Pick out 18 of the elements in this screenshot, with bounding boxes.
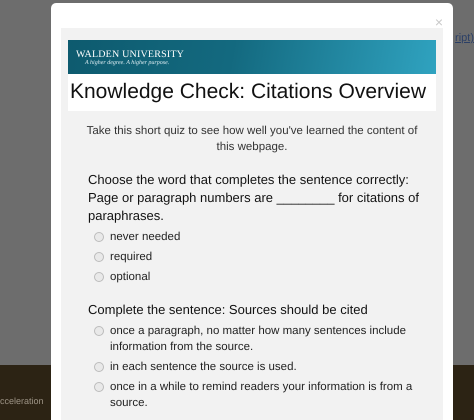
option-label[interactable]: never needed [110,229,180,245]
radio-button[interactable] [94,232,104,242]
quiz-intro: Take this short quiz to see how well you've learned the content of this webpage. [86,124,418,155]
radio-button[interactable] [94,272,104,282]
radio-button[interactable] [94,252,104,262]
option-label[interactable]: in each sentence the source is used. [110,359,297,375]
radio-button[interactable] [94,362,104,372]
option-label[interactable]: optional [110,269,150,285]
footer-text: cceleration [0,396,44,406]
university-name: WALDEN UNIVERSITY [76,48,186,60]
question-prompt: Complete the sentence: Sources should be cited [88,301,369,319]
option-label[interactable]: required [110,249,152,265]
radio-button[interactable] [94,326,104,336]
quiz-title: Knowledge Check: Citations Overview [68,74,436,111]
option-label[interactable]: once a paragraph, no matter how many sentences include information from the source. [110,323,416,355]
option-label[interactable]: once in a while to remind readers your information is from a source. [110,379,416,411]
question-prompt: Choose the word that completes the sentence correctly: Page or paragraph numbers are ________ for citations of paraphrases. [88,171,420,225]
radio-button[interactable] [94,382,104,392]
